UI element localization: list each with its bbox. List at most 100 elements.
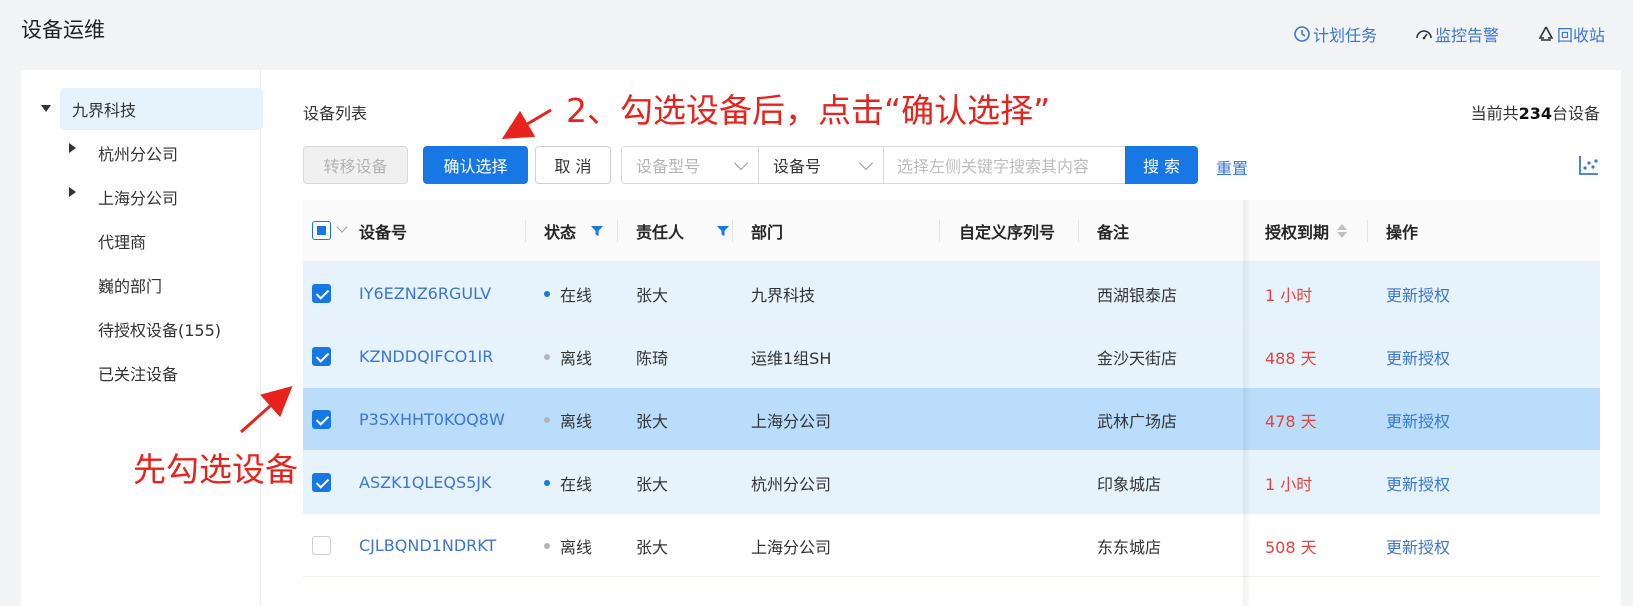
col-status[interactable]: 状态	[544, 200, 604, 262]
device-id-link[interactable]: IY6EZNZ6RGULV	[359, 262, 491, 325]
row-checkbox[interactable]	[312, 473, 331, 492]
license-expire-cell: 508 天	[1265, 537, 1317, 557]
cancel-button[interactable]: 取 消	[535, 146, 611, 184]
table-row[interactable]: IY6EZNZ6RGULV 在线 张大 九界科技 西湖银泰店 1 小时 更新授权	[303, 262, 1600, 325]
chevron-down-icon	[733, 155, 749, 171]
col-department: 部门	[751, 223, 784, 242]
clock-icon	[1294, 26, 1310, 42]
tree-item-root[interactable]: 九界科技	[60, 88, 263, 130]
page-title: 设备运维	[21, 18, 105, 42]
status-dot-icon	[544, 479, 550, 486]
recycle-bin-link[interactable]: 回收站	[1537, 22, 1605, 46]
table-row[interactable]: KZNDDQIFCO1IR 离线 陈琦 运维1组SH 金沙天街店 488 天 更新授权	[303, 325, 1600, 388]
owner-cell: 陈琦	[636, 348, 669, 368]
status-label: 离线	[560, 537, 593, 557]
tree-item-pending[interactable]: 待授权设备(155)	[98, 308, 221, 350]
main-card: 九界科技 杭州分公司 上海分公司 代理商 巍的部门 待授权设备(155) 已关注…	[21, 70, 1621, 606]
table-row[interactable]: CJLBQND1NDRKT 离线 张大 上海分公司 东东城店 508 天 更新授权	[303, 514, 1600, 577]
monitor-alarm-link[interactable]: 监控告警	[1415, 22, 1499, 46]
status-dot-icon	[544, 290, 550, 297]
device-id-link[interactable]: P3SXHHT0KOQ8W	[359, 388, 505, 451]
status-dot-icon	[544, 416, 550, 423]
caret-right-icon[interactable]	[69, 143, 76, 153]
select-all-checkbox[interactable]	[312, 221, 331, 240]
reset-link[interactable]: 重置	[1216, 155, 1248, 179]
tree-item-shanghai[interactable]: 上海分公司	[98, 176, 178, 218]
license-expire-cell: 1 小时	[1265, 285, 1313, 305]
gauge-icon	[1416, 30, 1432, 40]
toolbar: 转移设备 确认选择 取 消 设备型号 设备号 选择左侧关键字搜索其内容 搜 索 …	[303, 146, 1600, 184]
filter-icon[interactable]	[590, 224, 604, 238]
scheduled-tasks-label: 计划任务	[1312, 26, 1377, 45]
department-cell: 上海分公司	[751, 411, 832, 431]
scatter-chart-icon[interactable]	[1578, 154, 1600, 176]
tree-item-wei-dept[interactable]: 巍的部门	[98, 264, 162, 306]
device-id-link[interactable]: ASZK1QLEQS5JK	[359, 451, 492, 514]
field-select[interactable]: 设备号	[758, 146, 884, 184]
department-cell: 运维1组SH	[751, 348, 832, 368]
col-license-expire[interactable]: 授权到期	[1265, 200, 1348, 262]
note-cell: 西湖银泰店	[1097, 285, 1178, 305]
device-table: 设备号 状态 责任人 部门 自定义序列号 备注 授权到期 操作 IY6EZNZ6…	[303, 200, 1600, 606]
annotation-top: 2、勾选设备后，点击“确认选择”	[566, 91, 1051, 130]
status-label: 离线	[560, 411, 593, 431]
table-row[interactable]: P3SXHHT0KOQ8W 离线 张大 上海分公司 武林广场店 478 天 更新授权	[303, 388, 1600, 451]
renew-license-link[interactable]: 更新授权	[1386, 514, 1450, 577]
license-expire-cell: 488 天	[1265, 348, 1317, 368]
scheduled-tasks-link[interactable]: 计划任务	[1293, 22, 1377, 46]
search-button[interactable]: 搜 索	[1125, 146, 1198, 184]
table-row[interactable]: ASZK1QLEQS5JK 在线 张大 杭州分公司 印象城店 1 小时 更新授权	[303, 451, 1600, 514]
license-expire-cell: 478 天	[1265, 411, 1317, 431]
chevron-down-icon[interactable]	[336, 221, 348, 233]
tree-item-followed[interactable]: 已关注设备	[98, 352, 178, 394]
monitor-alarm-label: 监控告警	[1434, 26, 1499, 45]
note-cell: 金沙天街店	[1097, 348, 1178, 368]
field-select-value: 设备号	[773, 157, 822, 176]
recycle-bin-label: 回收站	[1556, 26, 1605, 45]
department-cell: 杭州分公司	[751, 474, 832, 494]
device-id-link[interactable]: CJLBQND1NDRKT	[359, 514, 496, 577]
note-cell: 印象城店	[1097, 474, 1162, 494]
col-custom-serial: 自定义序列号	[959, 223, 1056, 242]
col-owner[interactable]: 责任人	[636, 200, 730, 262]
org-tree: 九界科技 杭州分公司 上海分公司 代理商 巍的部门 待授权设备(155) 已关注…	[21, 70, 263, 606]
top-links: 计划任务 监控告警 回收站	[1293, 22, 1605, 46]
renew-license-link[interactable]: 更新授权	[1386, 325, 1450, 388]
owner-cell: 张大	[636, 474, 669, 494]
chevron-down-icon	[858, 155, 874, 171]
status-cell: 在线	[544, 262, 592, 325]
status-cell: 离线	[544, 514, 592, 577]
note-cell: 东东城店	[1097, 537, 1162, 557]
recycle-icon	[1538, 26, 1554, 41]
transfer-device-button[interactable]: 转移设备	[303, 146, 408, 184]
renew-license-link[interactable]: 更新授权	[1386, 451, 1450, 514]
status-cell: 离线	[544, 388, 592, 451]
tree-item-agent[interactable]: 代理商	[98, 220, 146, 262]
search-input[interactable]: 选择左侧关键字搜索其内容	[883, 146, 1126, 184]
annotation-left: 先勾选设备	[133, 450, 298, 489]
list-title: 设备列表	[303, 104, 368, 123]
status-label: 在线	[560, 474, 593, 494]
table-header: 设备号 状态 责任人 部门 自定义序列号 备注 授权到期 操作	[303, 200, 1600, 262]
tree-item-hangzhou[interactable]: 杭州分公司	[98, 132, 178, 174]
owner-cell: 张大	[636, 411, 669, 431]
sort-icon[interactable]	[1337, 224, 1348, 238]
filter-icon[interactable]	[716, 224, 730, 238]
confirm-select-button[interactable]: 确认选择	[423, 146, 528, 184]
model-select-placeholder: 设备型号	[636, 157, 701, 176]
status-cell: 离线	[544, 325, 592, 388]
row-checkbox[interactable]	[312, 284, 331, 303]
department-cell: 上海分公司	[751, 537, 832, 557]
renew-license-link[interactable]: 更新授权	[1386, 262, 1450, 325]
caret-right-icon[interactable]	[69, 187, 76, 197]
owner-cell: 张大	[636, 285, 669, 305]
status-dot-icon	[544, 353, 550, 360]
renew-license-link[interactable]: 更新授权	[1386, 388, 1450, 451]
col-device-id: 设备号	[359, 223, 408, 242]
row-checkbox[interactable]	[312, 410, 331, 429]
device-id-link[interactable]: KZNDDQIFCO1IR	[359, 325, 493, 388]
model-select[interactable]: 设备型号	[621, 146, 759, 184]
row-checkbox[interactable]	[312, 536, 331, 555]
row-checkbox[interactable]	[312, 347, 331, 366]
caret-down-icon[interactable]	[41, 105, 51, 112]
